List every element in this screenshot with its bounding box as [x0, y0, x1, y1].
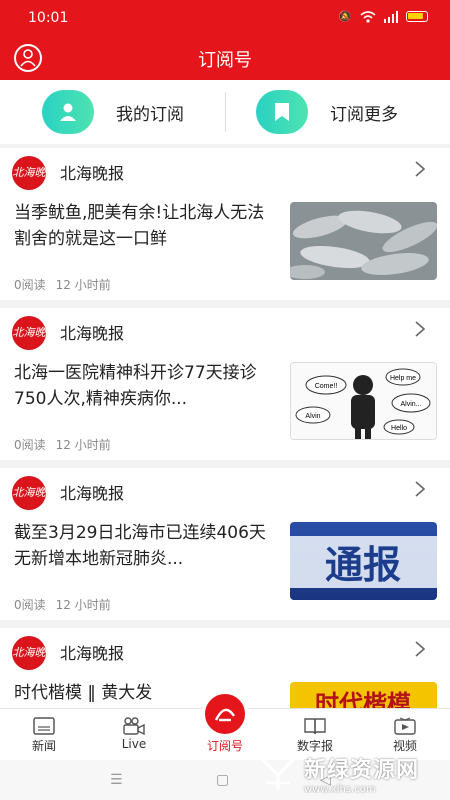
- battery-icon: [406, 11, 428, 22]
- article-headline[interactable]: 截至3月29日北海市已连续406天无新增本地新冠肺炎...: [14, 520, 276, 572]
- chevron-right-icon[interactable]: [414, 320, 426, 338]
- bubble-text: Hello: [391, 425, 407, 432]
- source-name[interactable]: 北海晚报: [60, 320, 124, 344]
- home-icon[interactable]: ▢: [216, 772, 229, 788]
- article-thumbnail[interactable]: 通报: [290, 522, 437, 600]
- mute-icon: 🔕: [338, 10, 352, 23]
- read-count: 0阅读: [14, 598, 46, 612]
- app-header: 订阅号: [0, 36, 450, 80]
- person-icon: [42, 90, 94, 134]
- chevron-right-icon[interactable]: [414, 480, 426, 498]
- thumbnail-text: 时代楷模: [315, 690, 412, 708]
- wifi-icon: [360, 10, 376, 23]
- more-subscriptions-label: 订阅更多: [330, 104, 398, 125]
- watermark-title: 新绿资源网: [304, 757, 420, 783]
- article-meta: 0阅读 12 小时前: [14, 596, 111, 613]
- tab-news[interactable]: 新闻: [14, 715, 74, 754]
- signal-icon: [384, 10, 398, 23]
- publish-time: 12 小时前: [55, 598, 111, 612]
- article-card[interactable]: 北海晚报 北海晚报 当季鱿鱼,肥美有余!让北海人无法割舍的就是这一口鲜 0阅读 1…: [0, 148, 450, 300]
- subscription-bar: 我的订阅 订阅更多: [0, 80, 450, 144]
- article-thumbnail[interactable]: 时代楷模: [290, 682, 437, 708]
- tab-label: Live: [121, 737, 147, 751]
- article-thumbnail[interactable]: Come!! Help me Alvin... Alvin Hello: [290, 362, 437, 440]
- article-meta: 0阅读 12 小时前: [14, 436, 111, 453]
- subscribe-icon: [202, 691, 248, 737]
- chevron-right-icon[interactable]: [414, 160, 426, 178]
- publish-time: 12 小时前: [55, 278, 111, 292]
- article-meta: 0阅读 12 小时前: [14, 276, 111, 293]
- page-title: 订阅号: [198, 50, 252, 71]
- watermark: 新绿资源网 www.xlhs.com: [258, 748, 448, 798]
- bubble-text: Help me: [390, 375, 416, 382]
- article-card[interactable]: 北海晚报 北海晚报 北海一医院精神科开诊77天接诊750人次,精神疾病你... …: [0, 308, 450, 460]
- play-icon: [394, 717, 416, 735]
- thumbnail-text: 通报: [325, 543, 401, 587]
- bubble-text: Alvin...: [400, 401, 421, 408]
- source-logo: 北海晚报: [12, 316, 46, 373]
- tab-live[interactable]: Live: [104, 715, 164, 751]
- tab-label: 新闻: [31, 739, 56, 753]
- read-count: 0阅读: [14, 438, 46, 452]
- menu-icon[interactable]: ☰: [110, 772, 123, 788]
- article-thumbnail[interactable]: [290, 202, 437, 280]
- bubble-text: Come!!: [315, 383, 338, 390]
- article-card[interactable]: 北海晚报 北海晚报 截至3月29日北海市已连续406天无新增本地新冠肺炎... …: [0, 468, 450, 620]
- video-camera-icon: [123, 717, 145, 735]
- my-subscriptions-label: 我的订阅: [116, 104, 184, 125]
- bookmark-icon: [256, 90, 308, 134]
- source-logo: 北海晚报: [12, 636, 46, 693]
- my-subscriptions-button[interactable]: 我的订阅: [42, 90, 184, 134]
- news-icon: [33, 717, 55, 735]
- source-logo: 北海晚报: [12, 156, 46, 213]
- article-headline[interactable]: 当季鱿鱼,肥美有余!让北海人无法割舍的就是这一口鲜: [14, 200, 276, 252]
- tab-subscribe[interactable]: 订阅号: [195, 691, 255, 754]
- book-icon: [304, 718, 326, 735]
- status-bar: 10:01 🔕: [0, 0, 450, 36]
- watermark-logo: [260, 757, 296, 789]
- status-time: 10:01: [28, 10, 69, 26]
- article-headline[interactable]: 北海一医院精神科开诊77天接诊750人次,精神疾病你...: [14, 360, 276, 412]
- source-name[interactable]: 北海晚报: [60, 640, 124, 664]
- source-name[interactable]: 北海晚报: [60, 160, 124, 184]
- more-subscriptions-button[interactable]: 订阅更多: [256, 90, 398, 134]
- read-count: 0阅读: [14, 278, 46, 292]
- source-logo: 北海晚报: [12, 476, 46, 533]
- bubble-text: Alvin: [305, 413, 320, 420]
- watermark-url: www.xlhs.com: [304, 783, 376, 795]
- divider: [225, 92, 226, 132]
- status-icons: 🔕: [338, 10, 428, 23]
- publish-time: 12 小时前: [55, 438, 111, 452]
- tab-label: 订阅号: [206, 739, 243, 753]
- article-feed[interactable]: 北海晚报 北海晚报 当季鱿鱼,肥美有余!让北海人无法割舍的就是这一口鲜 0阅读 1…: [0, 148, 450, 708]
- source-name[interactable]: 北海晚报: [60, 480, 124, 504]
- chevron-right-icon[interactable]: [414, 640, 426, 658]
